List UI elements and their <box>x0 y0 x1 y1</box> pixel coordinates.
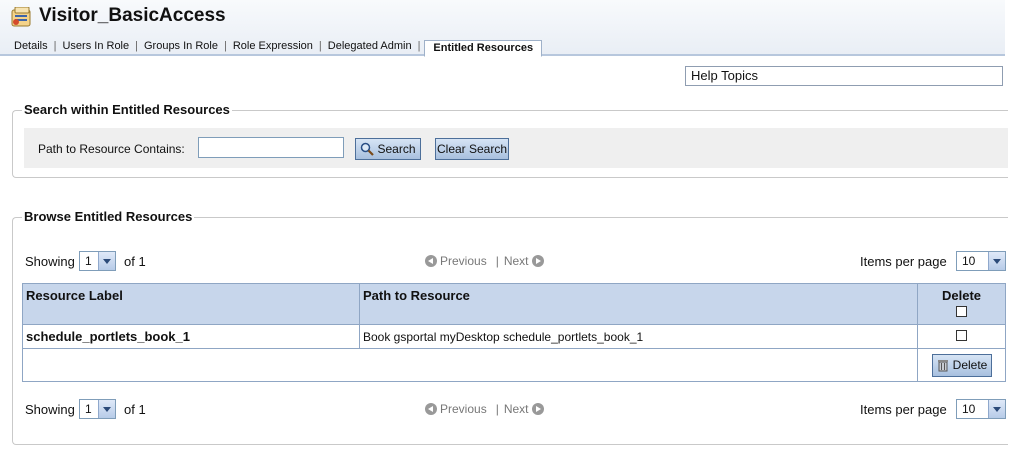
chevron-down-icon <box>988 252 1005 270</box>
page-title: Visitor_BasicAccess <box>39 5 226 26</box>
magnifier-icon <box>361 142 375 156</box>
tab-entitled-resources[interactable]: Entitled Resources <box>424 40 543 57</box>
page-select[interactable]: 1 <box>79 251 116 271</box>
previous-arrow-icon <box>425 255 437 267</box>
pager-separator: | <box>495 254 499 268</box>
path-search-input[interactable] <box>198 137 344 158</box>
row-delete-checkbox[interactable] <box>956 329 967 341</box>
entitled-resources-table: Resource Label Path to Resource Delete s… <box>22 283 1006 382</box>
tab-role-expression[interactable]: Role Expression <box>227 40 319 54</box>
browse-legend: Browse Entitled Resources <box>22 209 195 224</box>
table-row: schedule_portlets_book_1 Book gsportal m… <box>22 324 1006 349</box>
items-per-page-value: 10 <box>962 254 976 268</box>
table-footer-row: Delete <box>22 348 1006 382</box>
items-per-page-label: Items per page <box>860 254 947 269</box>
column-delete: Delete <box>917 283 1006 325</box>
page-count-bottom: of 1 <box>124 402 146 417</box>
search-button-label: Search <box>377 142 416 156</box>
clear-search-button[interactable]: Clear Search <box>435 138 509 160</box>
select-all-checkbox[interactable] <box>956 306 967 317</box>
next-arrow-icon <box>531 403 544 415</box>
tab-separator: | <box>417 40 421 52</box>
role-icon <box>11 7 31 27</box>
previous-link-bottom[interactable]: Previous <box>440 402 487 416</box>
delete-column-label: Delete <box>941 288 982 303</box>
clear-search-label: Clear Search <box>436 142 508 156</box>
next-link-bottom[interactable]: Next <box>504 402 529 416</box>
chevron-down-icon <box>988 400 1005 418</box>
chevron-down-icon <box>98 252 115 270</box>
items-per-page-label-bottom: Items per page <box>860 402 947 417</box>
previous-link[interactable]: Previous <box>440 254 487 268</box>
next-link[interactable]: Next <box>504 254 529 268</box>
page-select-value: 1 <box>85 402 92 416</box>
tab-delegated-admin[interactable]: Delegated Admin <box>322 40 418 54</box>
chevron-down-icon <box>98 400 115 418</box>
items-per-page-select-bottom[interactable]: 10 <box>956 399 1006 419</box>
column-resource-label: Resource Label <box>22 283 360 325</box>
search-fieldset: Path to Resource Contains: Search Clear … <box>12 110 1008 178</box>
delete-button-label: Delete <box>952 358 988 372</box>
resource-label-cell: schedule_portlets_book_1 <box>22 324 360 349</box>
page-count: of 1 <box>124 254 146 269</box>
column-path-to-resource: Path to Resource <box>359 283 918 325</box>
table-header-row: Resource Label Path to Resource Delete <box>22 283 1006 325</box>
delete-button[interactable]: Delete <box>931 353 992 377</box>
previous-arrow-icon <box>425 403 437 415</box>
path-label: Path to Resource Contains: <box>38 142 185 156</box>
page-select-bottom[interactable]: 1 <box>79 399 116 419</box>
tab-groups-in-role[interactable]: Groups In Role <box>138 40 224 54</box>
footer-delete-cell: Delete <box>917 348 1006 382</box>
pager-nav-bottom: Previous | Next <box>422 402 547 416</box>
search-legend: Search within Entitled Resources <box>22 102 232 117</box>
trash-icon <box>937 360 948 372</box>
next-arrow-icon <box>531 255 544 267</box>
page-select-value: 1 <box>85 254 92 268</box>
items-per-page-value: 10 <box>962 402 976 416</box>
tab-details[interactable]: Details <box>8 40 54 54</box>
footer-empty-cell <box>22 348 918 382</box>
tab-bar: Details | Users In Role | Groups In Role… <box>8 37 543 57</box>
delete-cell <box>917 324 1006 349</box>
path-cell: Book gsportal myDesktop schedule_portlet… <box>359 324 918 349</box>
showing-label: Showing <box>25 254 75 269</box>
items-per-page-select[interactable]: 10 <box>956 251 1006 271</box>
tab-users-in-role[interactable]: Users In Role <box>56 40 135 54</box>
page-header: Visitor_BasicAccess Details | Users In R… <box>0 0 1005 57</box>
search-panel: Path to Resource Contains: Search Clear … <box>24 128 1008 168</box>
pager-nav: Previous | Next <box>422 254 547 268</box>
pager-separator: | <box>495 402 499 416</box>
showing-label-bottom: Showing <box>25 402 75 417</box>
help-topics-select[interactable]: Help Topics <box>685 66 1003 86</box>
search-button[interactable]: Search <box>355 138 421 160</box>
